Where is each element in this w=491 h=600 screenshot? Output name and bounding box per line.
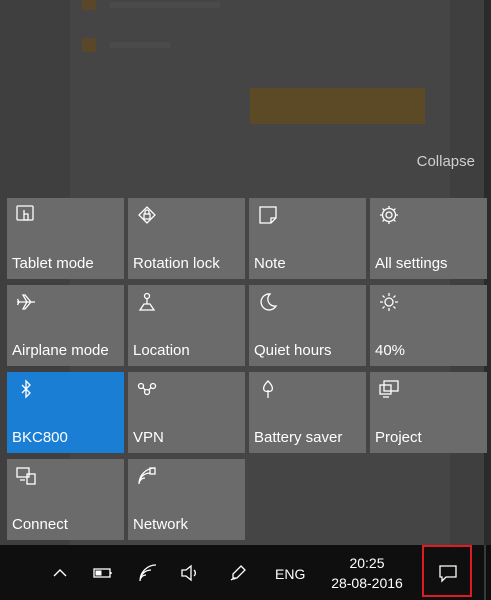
tile-airplane-mode[interactable]: Airplane mode [7, 285, 124, 366]
language-indicator[interactable]: ENG [275, 566, 305, 582]
note-icon [257, 204, 279, 226]
background-text [110, 42, 170, 48]
tablet-mode-icon [15, 204, 37, 226]
background-folder-icon [82, 38, 96, 52]
action-center-button[interactable] [422, 545, 472, 597]
tile-label: Quiet hours [254, 342, 332, 359]
tile-label: Airplane mode [12, 342, 109, 359]
network-icon [136, 465, 158, 487]
project-icon [378, 378, 400, 400]
moon-icon [257, 291, 279, 313]
tile-rotation-lock[interactable]: Rotation lock [128, 198, 245, 279]
bluetooth-icon [15, 378, 37, 400]
tile-label: Network [133, 516, 189, 533]
tile-quiet-hours[interactable]: Quiet hours [249, 285, 366, 366]
tile-label: 40% [375, 342, 406, 359]
chevron-up-icon[interactable] [50, 563, 70, 583]
tile-vpn[interactable]: VPN [128, 372, 245, 453]
tile-brightness[interactable]: 40% [370, 285, 487, 366]
taskbar: ENG 20:25 28-08-2016 [0, 545, 491, 600]
tile-label: Tablet mode [12, 255, 94, 272]
vpn-icon [136, 378, 158, 400]
tile-battery-saver[interactable]: Battery saver [249, 372, 366, 453]
tile-tablet-mode[interactable]: Tablet mode [7, 198, 124, 279]
tile-connect[interactable]: Connect [7, 459, 124, 540]
clock-date: 28-08-2016 [331, 575, 403, 591]
tile-label: Note [254, 255, 286, 272]
collapse-link[interactable]: Collapse [417, 153, 475, 170]
tile-label: BKC800 [12, 429, 68, 446]
tile-location[interactable]: Location [128, 285, 245, 366]
airplane-icon [15, 291, 37, 313]
tile-label: Rotation lock [133, 255, 220, 272]
battery-saver-icon [257, 378, 279, 400]
connect-icon [15, 465, 37, 487]
notification-icon [439, 565, 457, 583]
show-desktop-button[interactable] [484, 545, 486, 600]
battery-icon[interactable] [93, 563, 113, 583]
tile-project[interactable]: Project [370, 372, 487, 453]
tile-label: Location [133, 342, 190, 359]
tile-network[interactable]: Network [128, 459, 245, 540]
wifi-icon[interactable] [138, 563, 158, 583]
tile-label: All settings [375, 255, 448, 272]
pen-icon[interactable] [228, 563, 248, 583]
background-button [250, 88, 425, 124]
tile-label: Battery saver [254, 429, 343, 446]
gear-icon [378, 204, 400, 226]
volume-icon[interactable] [180, 563, 200, 583]
clock[interactable]: 20:25 28-08-2016 [322, 553, 412, 593]
rotation-lock-icon [136, 204, 158, 226]
background-text [110, 2, 220, 8]
tile-label: Connect [12, 516, 68, 533]
brightness-icon [378, 291, 400, 313]
tile-bluetooth[interactable]: BKC800 [7, 372, 124, 453]
location-icon [136, 291, 158, 313]
clock-time: 20:25 [349, 555, 385, 571]
tile-all-settings[interactable]: All settings [370, 198, 487, 279]
background-folder-icon [82, 0, 96, 10]
tile-label: Project [375, 429, 422, 446]
tile-label: VPN [133, 429, 164, 446]
tile-note[interactable]: Note [249, 198, 366, 279]
